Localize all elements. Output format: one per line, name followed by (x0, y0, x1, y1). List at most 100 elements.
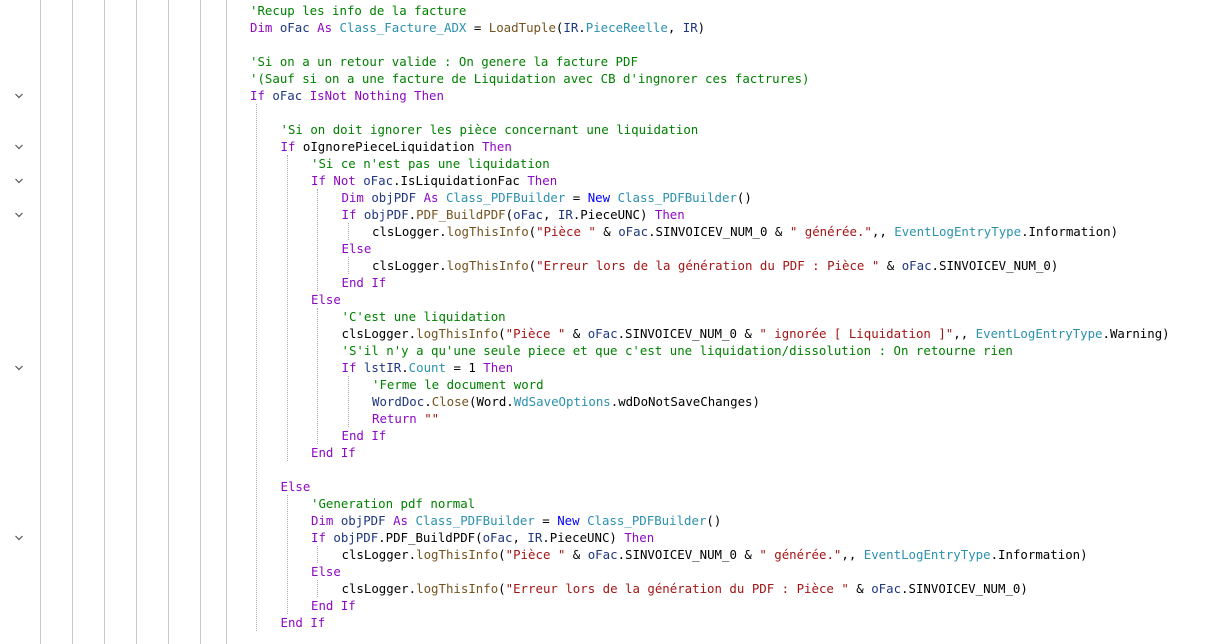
code-token: ( (505, 207, 514, 222)
code-token: = 1 (445, 360, 484, 375)
code-token: Return (372, 411, 425, 426)
chevron-down-icon[interactable] (14, 176, 24, 186)
code-line[interactable]: If oIgnorePieceLiquidation Then (281, 138, 512, 155)
code-line[interactable]: 'S'il n'y a qu'une seule piece et que c'… (342, 342, 1013, 359)
code-line[interactable]: If objPDF.PDF_BuildPDF(oFac, IR.PieceUNC… (311, 529, 654, 546)
code-line[interactable]: Dim oFac As Class_Facture_ADX = LoadTupl… (250, 19, 705, 36)
code-token: If (341, 360, 364, 375)
code-token: & (565, 326, 588, 341)
code-token: 'Generation pdf normal (311, 496, 476, 511)
code-token: = (565, 190, 588, 205)
code-token: & (879, 258, 902, 273)
code-editor[interactable]: 'Recup les info de la facture Dim oFac As… (0, 0, 1212, 644)
code-line[interactable]: clsLogger.logThisInfo("Pièce " & oFac.SI… (372, 223, 1118, 240)
chevron-down-icon[interactable] (14, 363, 24, 373)
code-token: IR (557, 207, 573, 222)
chevron-down-icon[interactable] (14, 210, 24, 220)
code-line[interactable]: WordDoc.Close(Word.WdSaveOptions.wdDoNot… (372, 393, 760, 410)
code-token: oFac (513, 207, 543, 222)
code-line[interactable]: End If (342, 274, 387, 291)
indent-guide (104, 0, 105, 644)
code-line[interactable]: End If (311, 444, 356, 461)
code-line[interactable]: If Not oFac.IsLiquidationFac Then (311, 172, 557, 189)
code-token: .SINVOICEV_NUM_0) (931, 258, 1059, 273)
code-line[interactable]: If objPDF.PDF_BuildPDF(oFac, IR.PieceUNC… (342, 206, 685, 223)
code-token: oFac (482, 530, 513, 545)
code-line[interactable]: Else (342, 240, 372, 257)
code-token: oIgnorePieceLiquidation (302, 139, 482, 154)
indent-guide (200, 0, 201, 644)
code-line[interactable]: clsLogger.logThisInfo("Pièce " & oFac.SI… (342, 546, 1088, 563)
code-token: Close (431, 394, 469, 409)
code-token: "Erreur lors de la génération du PDF : P… (505, 581, 849, 596)
code-token: Class_PDFBuilder (445, 190, 566, 205)
code-line[interactable]: Dim objPDF As Class_PDFBuilder = New Cla… (342, 189, 752, 206)
code-line[interactable]: clsLogger.logThisInfo("Erreur lors de la… (342, 580, 1028, 597)
code-token: Else (311, 564, 341, 579)
code-line[interactable]: End If (342, 427, 387, 444)
code-token: 'Ferme le document word (372, 377, 544, 392)
code-line[interactable]: 'Si ce n'est pas une liquidation (311, 155, 550, 172)
code-token: EventLogEntryType (894, 224, 1022, 239)
chevron-down-icon[interactable] (14, 142, 24, 152)
code-line[interactable]: End If (311, 597, 356, 614)
code-line[interactable]: If oFac IsNot Nothing Then (250, 87, 444, 104)
code-token: objPDF (363, 207, 409, 222)
code-token: oFac (901, 258, 932, 273)
code-line[interactable]: 'Recup les info de la facture (250, 2, 466, 19)
code-token: oFac (587, 326, 618, 341)
code-token: End If (341, 428, 387, 443)
code-token: Then (483, 360, 514, 375)
code-line[interactable]: Return "" (372, 410, 439, 427)
code-token: If (280, 139, 303, 154)
code-token: 'Recup les info de la facture (250, 3, 467, 18)
code-line[interactable]: clsLogger.logThisInfo("Pièce " & oFac.SI… (342, 325, 1170, 342)
code-line[interactable]: Else (311, 563, 341, 580)
code-token: End If (311, 445, 356, 460)
indent-guide (286, 495, 288, 614)
code-line[interactable]: 'C'est une liquidation (342, 308, 506, 325)
code-line[interactable]: 'Generation pdf normal (311, 495, 475, 512)
code-line[interactable]: clsLogger.logThisInfo("Erreur lors de la… (372, 257, 1058, 274)
code-token: & (565, 547, 588, 562)
code-token: Then (624, 530, 655, 545)
code-token: 'Si on doit ignorer les pièce concernant… (280, 122, 699, 137)
code-token: . (424, 394, 432, 409)
chevron-down-icon[interactable] (14, 91, 24, 101)
code-line[interactable]: Dim objPDF As Class_PDFBuilder = New Cla… (311, 512, 721, 529)
code-token: Then (527, 173, 558, 188)
code-line[interactable]: Else (311, 291, 341, 308)
code-line[interactable]: 'Si on doit ignorer les pièce concernant… (281, 121, 699, 138)
code-token: clsLogger. (372, 258, 447, 273)
code-token: PDF_BuildPDF (416, 207, 506, 222)
code-token: .SINVOICEV_NUM_0) (901, 581, 1028, 596)
indent-guide (347, 257, 349, 274)
code-token: If Not (311, 173, 364, 188)
code-token: objPDF (340, 513, 386, 528)
code-token: .SINVOICEV_NUM_0 & (648, 224, 790, 239)
code-token: objPDF (371, 190, 417, 205)
code-token: clsLogger. (341, 581, 417, 596)
code-token: oFac (363, 173, 394, 188)
indent-guide (317, 546, 318, 563)
code-token: . (578, 20, 586, 35)
code-token: As (423, 190, 446, 205)
code-line[interactable]: '(Sauf si on a une facture de Liquidatio… (250, 70, 810, 87)
code-token: .PDF_BuildPDF( (378, 530, 483, 545)
code-token: , (512, 530, 528, 545)
code-line[interactable]: 'Ferme le document word (372, 376, 544, 393)
code-token: End If (280, 615, 326, 630)
code-line[interactable]: End If (281, 614, 326, 631)
code-line[interactable]: 'Si on a un retour valide : On genere la… (250, 53, 638, 70)
code-line[interactable]: If lstIR.Count = 1 Then (342, 359, 514, 376)
code-token: oFac (279, 20, 310, 35)
code-token: Class_PDFBuilder (617, 190, 737, 205)
code-token: ( (498, 581, 506, 596)
code-line[interactable]: Else (281, 478, 311, 495)
indent-guide (256, 104, 257, 631)
indent-guide (168, 0, 169, 644)
chevron-down-icon[interactable] (14, 533, 24, 543)
code-token: IR (563, 20, 579, 35)
